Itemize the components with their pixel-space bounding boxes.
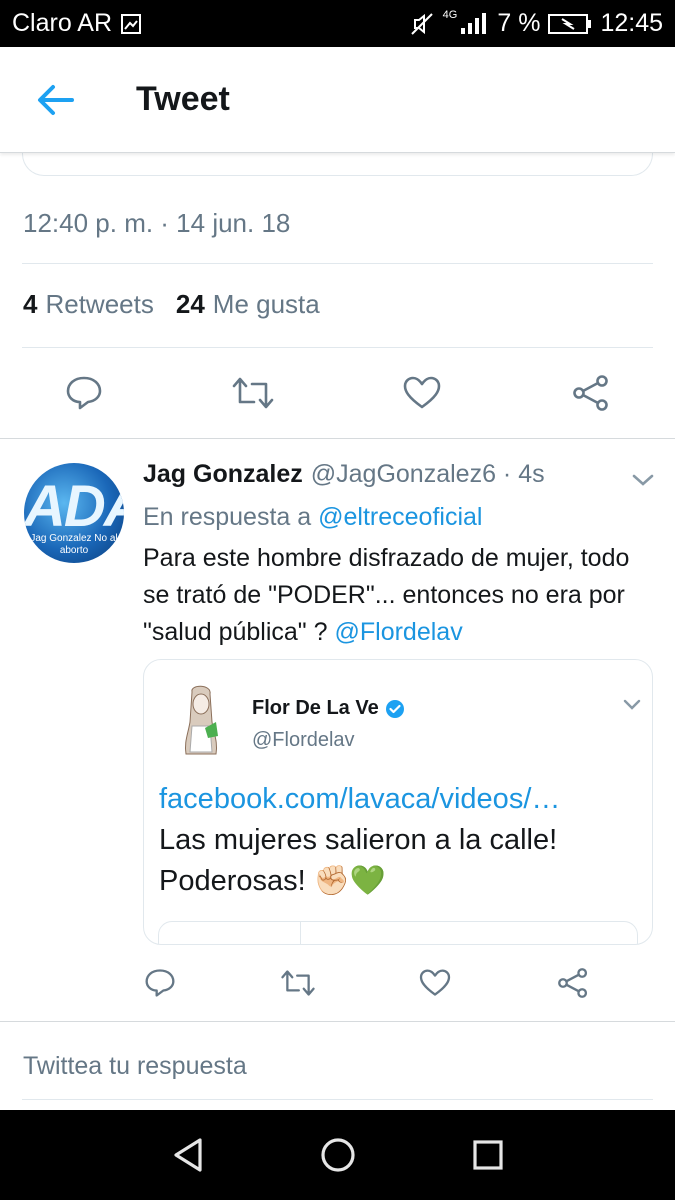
android-nav-bar xyxy=(0,1110,675,1200)
square-recents-icon xyxy=(473,1140,503,1170)
avatar-illustration-icon xyxy=(185,685,218,755)
page-title: Tweet xyxy=(136,80,230,118)
tweet-timestamp: 12:40 p. m. · 14 jun. 18 xyxy=(23,208,291,238)
nav-recents-button[interactable] xyxy=(465,1132,511,1178)
share-icon xyxy=(558,968,588,998)
quote-author-handle[interactable]: @Flordelav xyxy=(252,729,355,752)
in-reply-to: En respuesta a @eltreceoficial xyxy=(143,503,482,532)
quote-author-name[interactable]: Flor De La Ve xyxy=(252,697,379,720)
section-separator xyxy=(0,1021,675,1022)
reply-icon xyxy=(145,969,175,997)
mention-link[interactable]: @Flordelav xyxy=(335,618,463,646)
share-icon xyxy=(573,375,608,411)
heart-icon xyxy=(419,969,451,996)
tweet-stats: 4 Retweets 24 Me gusta xyxy=(23,289,320,320)
media-divider xyxy=(300,922,301,944)
like-button[interactable] xyxy=(417,955,453,1011)
nav-back-button[interactable] xyxy=(165,1132,211,1178)
carrier-label: Claro AR xyxy=(12,9,113,37)
network-label: 4G xyxy=(442,8,458,21)
retweet-button[interactable] xyxy=(229,363,277,423)
reply-icon xyxy=(66,376,102,410)
avatar-letters: ADA xyxy=(24,474,124,539)
status-bar: Claro AR 4G 7 % 12:45 xyxy=(0,0,675,47)
quote-text: Las mujeres salieron a la calle! Poderos… xyxy=(159,824,558,897)
reply-button[interactable] xyxy=(142,955,178,1011)
tweet-menu-button[interactable] xyxy=(631,472,655,488)
share-button[interactable] xyxy=(555,955,591,1011)
retweets-stat[interactable]: 4 Retweets xyxy=(23,289,154,320)
heart-icon xyxy=(403,376,441,409)
likes-stat[interactable]: 24 Me gusta xyxy=(176,289,320,320)
retweet-button[interactable] xyxy=(278,955,318,1011)
reply-button[interactable] xyxy=(62,363,106,423)
nav-home-button[interactable] xyxy=(315,1132,361,1178)
back-button[interactable] xyxy=(36,83,76,117)
reply-action-bar xyxy=(0,955,675,1015)
retweets-count: 4 xyxy=(23,289,38,319)
quote-media-preview[interactable] xyxy=(158,921,638,944)
screenshot-icon xyxy=(120,13,142,35)
chevron-down-icon xyxy=(623,699,641,710)
likes-count: 24 xyxy=(175,289,205,319)
quoted-tweet[interactable]: Flor De La Ve @Flordelav facebook.com/la… xyxy=(143,659,653,945)
reply-author-name[interactable]: Jag Gonzalez xyxy=(143,460,303,489)
signal-icon: 4G xyxy=(442,8,490,36)
back-arrow-icon xyxy=(38,85,74,115)
retweet-icon xyxy=(281,970,315,996)
triangle-back-icon xyxy=(174,1138,202,1172)
battery-icon xyxy=(548,13,592,35)
reply-author-handle[interactable]: @JagGonzalez6 · 4s xyxy=(311,460,545,489)
in-reply-prefix: En respuesta a xyxy=(143,503,312,531)
clock: 12:45 xyxy=(600,9,663,37)
quote-link[interactable]: facebook.com/lavaca/videos/… xyxy=(159,783,560,816)
quote-menu-button[interactable] xyxy=(622,698,646,714)
quote-author: Flor De La Ve xyxy=(252,697,405,720)
avatar[interactable]: ADA Jag Gonzalez No al aborto xyxy=(24,463,124,563)
quote-avatar[interactable] xyxy=(172,682,230,760)
battery-percent: 7 % xyxy=(497,9,541,37)
circle-home-icon xyxy=(321,1138,355,1172)
mute-icon xyxy=(409,11,435,37)
reply-compose-input[interactable]: Twittea tu respuesta xyxy=(23,1052,247,1081)
reply-header: Jag Gonzalez @JagGonzalez6 · 4s xyxy=(143,460,545,489)
retweets-label: Retweets xyxy=(45,289,154,319)
avatar-caption: Jag Gonzalez No al aborto xyxy=(30,533,118,556)
verified-badge-icon xyxy=(385,699,404,718)
app-header: Tweet xyxy=(0,47,675,153)
likes-label: Me gusta xyxy=(212,289,320,319)
like-button[interactable] xyxy=(400,363,444,423)
reply-text: Para este hombre disfrazado de mujer, to… xyxy=(143,540,653,651)
chevron-down-icon xyxy=(632,474,654,486)
compose-underline xyxy=(22,1099,653,1100)
retweet-icon xyxy=(232,377,274,409)
divider xyxy=(22,347,653,348)
divider xyxy=(22,263,653,264)
section-separator xyxy=(0,438,675,439)
tweet-action-bar xyxy=(0,363,675,423)
share-button[interactable] xyxy=(569,363,613,423)
in-reply-handle[interactable]: @eltreceoficial xyxy=(318,503,482,531)
